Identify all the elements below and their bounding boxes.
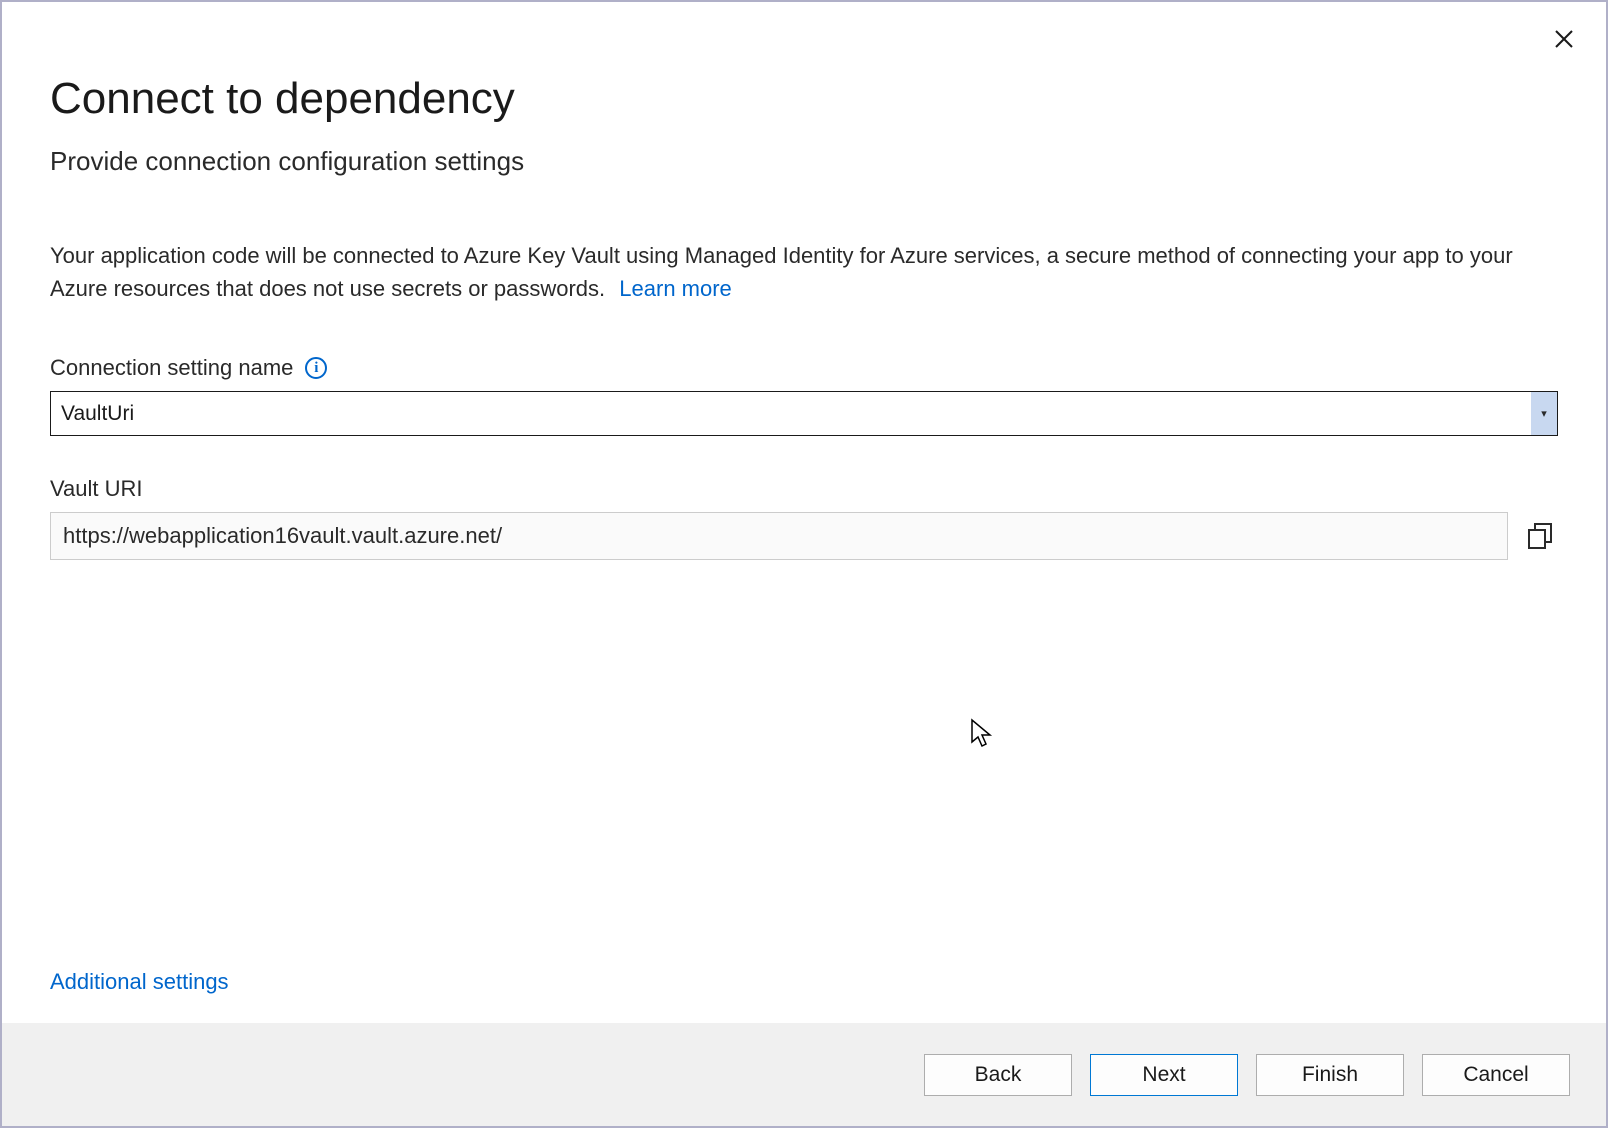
copy-icon — [1525, 520, 1555, 553]
info-icon[interactable]: i — [305, 357, 327, 379]
vault-uri-label: Vault URI — [50, 476, 143, 502]
back-button[interactable]: Back — [924, 1054, 1072, 1096]
close-icon — [1554, 27, 1574, 53]
connection-setting-combo: ▾ — [50, 391, 1558, 436]
next-button[interactable]: Next — [1090, 1054, 1238, 1096]
connection-setting-label-row: Connection setting name i — [50, 355, 1558, 381]
cancel-button[interactable]: Cancel — [1422, 1054, 1570, 1096]
chevron-down-icon: ▾ — [1541, 407, 1547, 420]
connection-setting-input[interactable] — [50, 391, 1558, 436]
copy-button[interactable] — [1522, 518, 1558, 554]
vault-uri-input[interactable] — [50, 512, 1508, 560]
dialog-footer: Back Next Finish Cancel — [2, 1023, 1606, 1126]
vault-uri-row — [50, 512, 1558, 560]
vault-uri-label-row: Vault URI — [50, 476, 1558, 502]
finish-button[interactable]: Finish — [1256, 1054, 1404, 1096]
connect-dependency-dialog: Connect to dependency Provide connection… — [0, 0, 1608, 1128]
dialog-content: Connect to dependency Provide connection… — [2, 2, 1606, 1023]
description-text: Your application code will be connected … — [50, 243, 1513, 301]
additional-settings-link[interactable]: Additional settings — [50, 969, 229, 995]
connection-setting-label: Connection setting name — [50, 355, 293, 381]
learn-more-link[interactable]: Learn more — [619, 276, 732, 301]
connection-setting-dropdown[interactable]: ▾ — [1531, 392, 1557, 435]
dialog-description: Your application code will be connected … — [50, 239, 1558, 305]
dialog-subtitle: Provide connection configuration setting… — [50, 146, 1558, 177]
close-button[interactable] — [1550, 26, 1578, 54]
dialog-title: Connect to dependency — [50, 74, 1558, 124]
